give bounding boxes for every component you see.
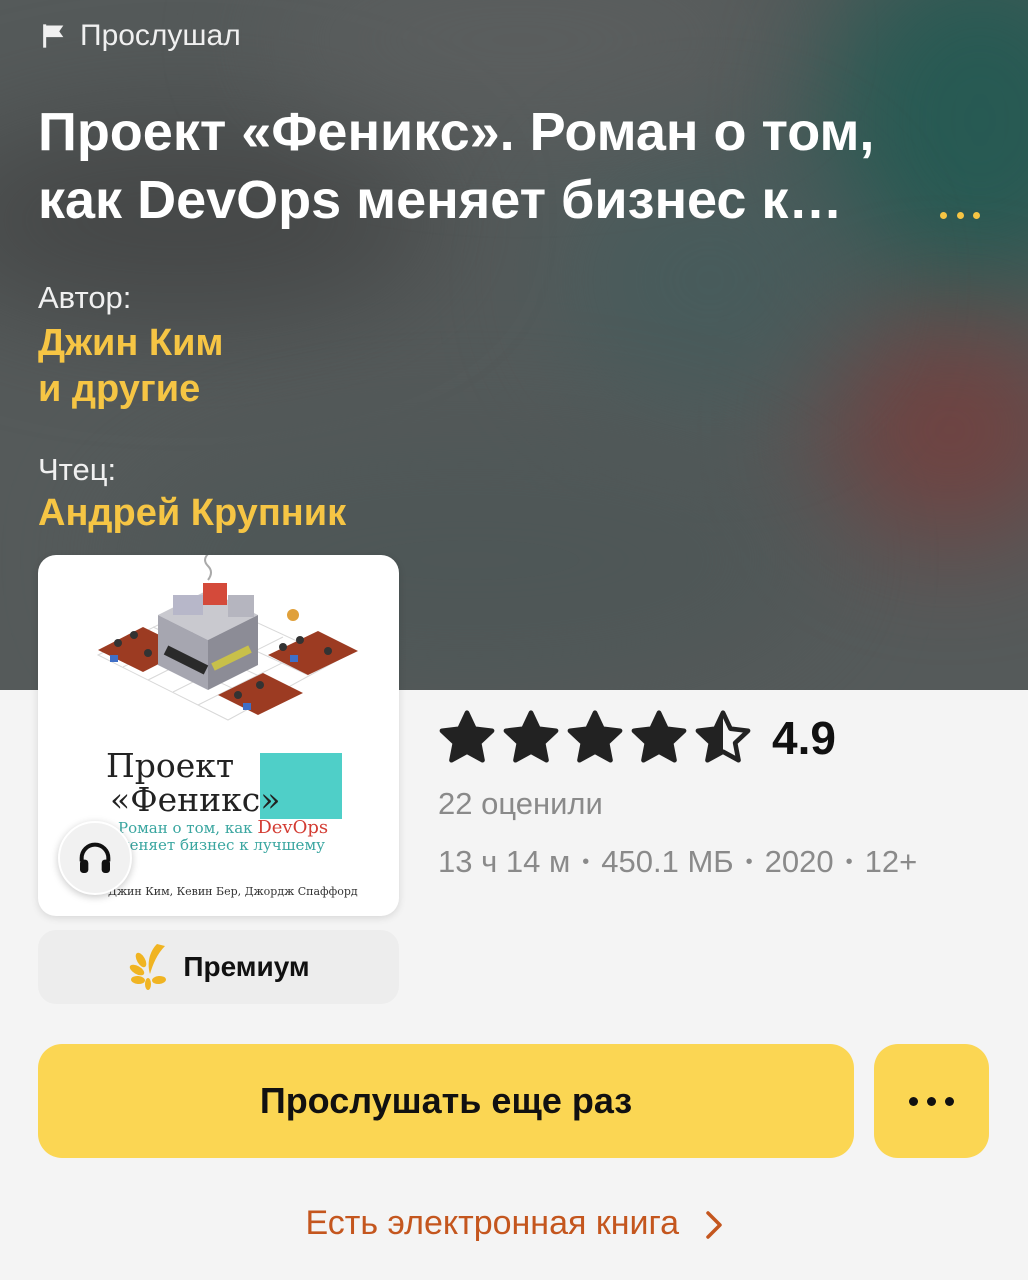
headphones-badge [58, 821, 132, 895]
cover-subtitle: Роман о том, как DevOps меняет бизнес к … [118, 817, 329, 854]
duration: 13 ч 14 м [438, 844, 571, 879]
more-options-button[interactable] [874, 1044, 989, 1158]
ebook-label: Есть электронная книга [305, 1204, 680, 1242]
more-dots-icon [909, 1096, 918, 1106]
star-half-icon [695, 710, 751, 763]
rating: 4.9 [436, 706, 836, 770]
age-rating: 12+ [864, 844, 918, 879]
book-title: Проект «Феникс». Роман о том, как DevOps… [38, 102, 875, 230]
author-link[interactable]: Джин Ким и другие [38, 320, 224, 412]
star-full-icon [503, 710, 559, 763]
narrator-label: Чтец: [38, 452, 117, 487]
premium-badge[interactable]: Премиум [38, 930, 399, 1004]
premium-label: Премиум [183, 951, 310, 982]
narrator-link[interactable]: Андрей Крупник [38, 490, 346, 536]
listened-status: Прослушал [40, 18, 241, 54]
rating-value: 4.9 [772, 712, 836, 764]
headphones-icon [79, 842, 111, 873]
rating-stars [436, 707, 754, 769]
file-size: 450.1 МБ [601, 844, 734, 879]
chevron-right-icon [705, 1211, 722, 1239]
listen-again-button[interactable]: Прослушать еще раз [38, 1044, 854, 1158]
star-full-icon [631, 710, 687, 763]
author-label: Автор: [38, 280, 132, 315]
author-others: и другие [38, 368, 201, 410]
laurel-icon [130, 944, 167, 990]
flag-icon [43, 24, 64, 48]
author-name: Джин Ким [38, 322, 224, 364]
ebook-link[interactable]: Есть электронная книга [0, 1204, 1028, 1243]
cover-authors: Джин Ким, Кевин Бер, Джордж Спаффорд [108, 885, 358, 898]
rating-count: 22 оценили [438, 786, 603, 821]
book-details: 13 ч 14 м • 450.1 МБ • 2020 • 12+ [438, 844, 918, 879]
status-label: Прослушал [80, 19, 241, 52]
book-cover[interactable]: Проект «Феникс» Роман о том, как DevOps … [38, 555, 399, 916]
year: 2020 [764, 844, 834, 879]
title-more-button[interactable] [940, 200, 980, 230]
star-full-icon [567, 710, 623, 763]
cover-illustration [96, 555, 358, 721]
star-full-icon [439, 710, 495, 763]
cover-title: Проект «Феникс» [106, 746, 281, 819]
